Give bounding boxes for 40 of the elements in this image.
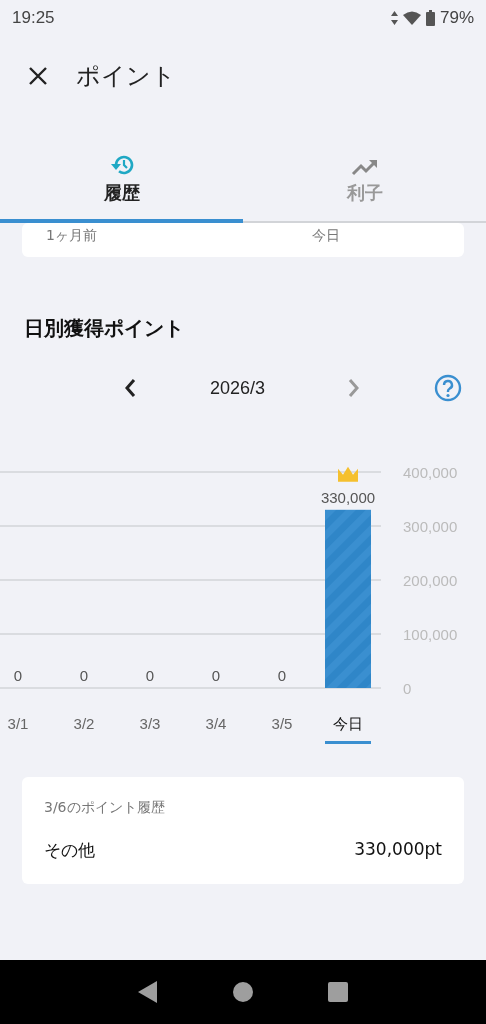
- x-axis-label[interactable]: 3/4: [205, 715, 227, 732]
- x-axis-label[interactable]: 3/2: [73, 715, 95, 732]
- y-tick-label: 100,000: [403, 626, 458, 643]
- back-icon[interactable]: [137, 981, 158, 1003]
- history-icon: [108, 153, 135, 177]
- history-label: その他: [44, 839, 95, 862]
- data-label: 0: [145, 667, 155, 684]
- section-title: 日別獲得ポイント: [24, 315, 185, 342]
- y-tick-label: 200,000: [403, 572, 458, 589]
- help-icon[interactable]: [434, 374, 462, 402]
- battery-percent: 79%: [439, 8, 474, 28]
- x-axis-label[interactable]: 3/3: [139, 715, 161, 732]
- data-label: 0: [211, 667, 221, 684]
- history-title: 3/6のポイント履歴: [44, 799, 166, 817]
- battery-icon: [425, 10, 435, 26]
- crown-icon: [338, 466, 358, 482]
- history-points: 330,000pt: [354, 839, 442, 861]
- x-axis-label[interactable]: 3/1: [7, 715, 29, 732]
- x-axis-label[interactable]: 3/5: [271, 715, 293, 732]
- range-start: 1ヶ月前: [46, 227, 97, 245]
- data-label: 0: [79, 667, 89, 684]
- page-title: ポイント: [76, 61, 176, 92]
- y-tick-label: 300,000: [403, 518, 458, 535]
- y-tick-label: 400,000: [403, 464, 458, 481]
- data-label: 0: [13, 667, 23, 684]
- x-axis-label[interactable]: 今日: [333, 715, 363, 732]
- selected-day-underline: [325, 741, 371, 744]
- y-tick-label: 0: [403, 680, 412, 697]
- wifi-icon: [402, 11, 421, 25]
- trend-icon: [350, 157, 379, 177]
- close-icon[interactable]: [28, 66, 48, 86]
- data-label: 0: [277, 667, 287, 684]
- recents-icon[interactable]: [328, 982, 349, 1002]
- month-label: 2026/3: [210, 378, 266, 399]
- chevron-left-icon[interactable]: [124, 378, 136, 398]
- data-label: 330,000: [320, 488, 376, 506]
- home-icon[interactable]: [233, 982, 253, 1002]
- status-time: 19:25: [12, 8, 55, 28]
- data-arrows-icon: [390, 11, 398, 25]
- range-end: 今日: [312, 227, 340, 245]
